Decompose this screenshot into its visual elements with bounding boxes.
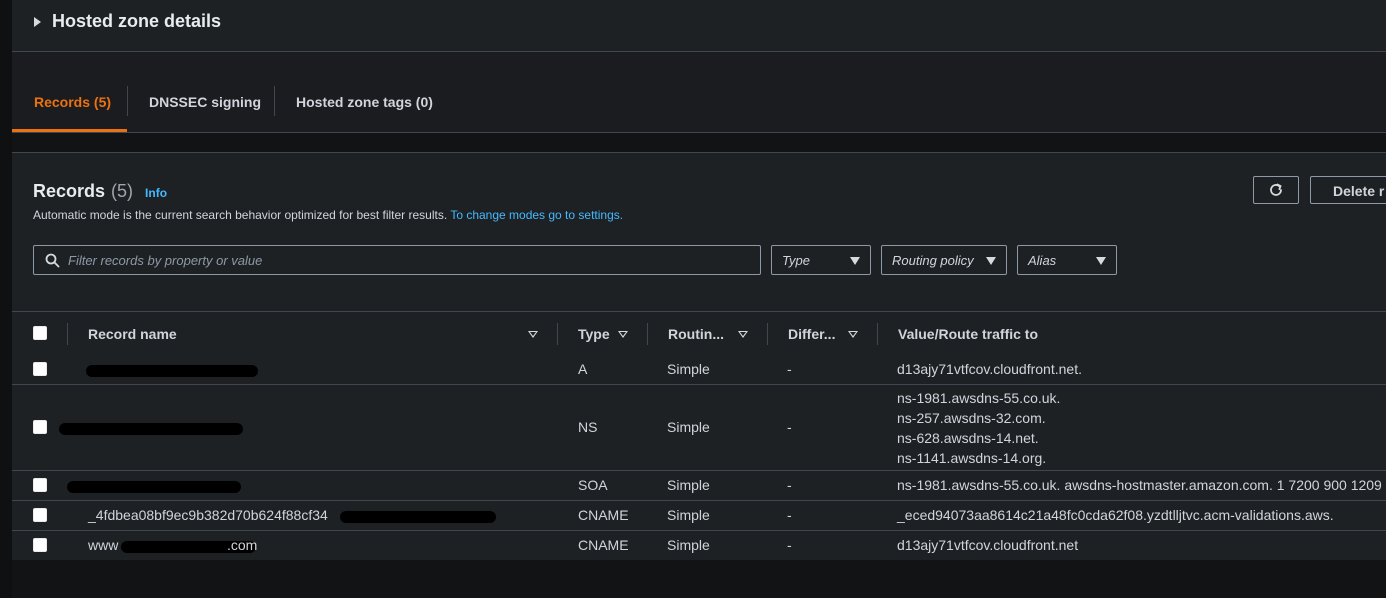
- record-differentiator: -: [787, 537, 792, 553]
- record-value: ns-1981.awsdns-55.co.uk. awsdns-hostmast…: [897, 477, 1382, 493]
- hosted-zone-details-panel: Hosted zone details: [12, 0, 1386, 52]
- tab-hosted-zone-tags[interactable]: Hosted zone tags (0): [296, 94, 433, 110]
- sort-icon[interactable]: [528, 331, 538, 338]
- tab-records[interactable]: Records (5): [34, 94, 111, 110]
- record-routing: Simple: [667, 419, 710, 435]
- tab-divider: [127, 86, 128, 116]
- caret-right-icon: [34, 16, 41, 27]
- record-value: ns-628.awsdns-14.net.: [897, 430, 1039, 446]
- filter-placeholder: Filter records by property or value: [68, 252, 263, 268]
- tab-divider: [274, 86, 275, 116]
- row-checkbox[interactable]: [33, 362, 47, 376]
- record-value: ns-1981.awsdns-55.co.uk.: [897, 390, 1061, 406]
- caret-down-icon: [850, 257, 860, 265]
- table-row[interactable]: www .com CNAME Simple - d13ajy71vtfcov.c…: [12, 531, 1386, 561]
- search-icon: [45, 253, 60, 268]
- hosted-zone-details-toggle[interactable]: Hosted zone details: [34, 11, 221, 32]
- table-row[interactable]: SOA Simple - ns-1981.awsdns-55.co.uk. aw…: [12, 471, 1386, 501]
- sort-icon[interactable]: [618, 331, 628, 338]
- tabs-bar: Records (5) DNSSEC signing Hosted zone t…: [12, 52, 1386, 133]
- sort-icon[interactable]: [738, 331, 748, 338]
- column-divider: [767, 323, 768, 345]
- refresh-icon: [1270, 183, 1282, 196]
- record-routing: Simple: [667, 507, 710, 523]
- record-differentiator: -: [787, 477, 792, 493]
- row-checkbox[interactable]: [33, 508, 47, 522]
- record-value-list: ns-1981.awsdns-55.co.uk. ns-257.awsdns-3…: [897, 388, 1060, 468]
- refresh-button[interactable]: [1253, 176, 1299, 204]
- type-dropdown[interactable]: Type: [771, 245, 871, 275]
- type-dropdown-label: Type: [782, 252, 810, 268]
- records-count: (5): [111, 181, 134, 201]
- record-value: d13ajy71vtfcov.cloudfront.net.: [897, 361, 1082, 377]
- record-type: SOA: [578, 477, 608, 493]
- info-link[interactable]: Info: [145, 186, 167, 200]
- record-name: www: [88, 537, 119, 553]
- table-row[interactable]: _4fdbea08bf9ec9b382d70b624f88cf34 CNAME …: [12, 501, 1386, 531]
- record-routing: Simple: [667, 477, 710, 493]
- settings-link[interactable]: To change modes go to settings.: [450, 208, 623, 222]
- column-value[interactable]: Value/Route traffic to: [898, 326, 1038, 342]
- record-value: _eced94073aa8614c21a48fc0cda62f08.yzdtll…: [897, 507, 1334, 523]
- caret-down-icon: [986, 257, 996, 265]
- record-type: CNAME: [578, 507, 629, 523]
- caret-down-icon: [1096, 257, 1106, 265]
- redaction-mark: [59, 423, 243, 435]
- redaction-mark: [340, 511, 496, 523]
- active-tab-indicator: [12, 129, 127, 132]
- record-value: ns-1141.awsdns-14.org.: [897, 450, 1047, 466]
- record-routing: Simple: [667, 361, 710, 377]
- redaction-mark: [86, 365, 258, 377]
- records-description: Automatic mode is the current search beh…: [33, 208, 623, 222]
- record-type: A: [578, 361, 588, 377]
- record-value: ns-257.awsdns-32.com.: [897, 410, 1046, 426]
- page-background: [12, 560, 1386, 598]
- column-differentiator[interactable]: Differ...: [788, 326, 835, 342]
- row-checkbox[interactable]: [33, 538, 47, 552]
- record-name: _4fdbea08bf9ec9b382d70b624f88cf34: [88, 507, 328, 523]
- column-divider: [647, 323, 648, 345]
- delete-records-button[interactable]: Delete r: [1310, 176, 1386, 204]
- column-divider: [67, 323, 68, 345]
- left-gutter: [0, 0, 12, 598]
- search-mode-text: Automatic mode is the current search beh…: [33, 208, 448, 222]
- record-value: d13ajy71vtfcov.cloudfront.net: [897, 537, 1079, 553]
- records-table-header: Record name Type Routin... Differ... Val…: [12, 311, 1386, 356]
- record-type: NS: [578, 419, 598, 435]
- alias-dropdown-label: Alias: [1028, 252, 1057, 268]
- alias-dropdown[interactable]: Alias: [1017, 245, 1117, 275]
- column-record-name[interactable]: Record name: [88, 326, 177, 342]
- row-checkbox[interactable]: [33, 478, 47, 492]
- record-routing: Simple: [667, 537, 710, 553]
- record-type: CNAME: [578, 537, 629, 553]
- hosted-zone-details-title: Hosted zone details: [52, 11, 222, 31]
- tab-dnssec-signing[interactable]: DNSSEC signing: [149, 94, 261, 110]
- records-header: Records (5) Info: [33, 181, 167, 202]
- records-title: Records: [33, 181, 106, 201]
- records-panel: Records (5) Info Automatic mode is the c…: [12, 152, 1386, 561]
- record-differentiator: -: [787, 507, 792, 523]
- row-checkbox[interactable]: [33, 420, 47, 434]
- redaction-mark: [67, 481, 241, 493]
- filter-records-input[interactable]: Filter records by property or value: [33, 245, 761, 275]
- routing-policy-dropdown-label: Routing policy: [892, 252, 974, 268]
- routing-policy-dropdown[interactable]: Routing policy: [881, 245, 1007, 275]
- column-divider: [877, 323, 878, 345]
- table-row[interactable]: A Simple - d13ajy71vtfcov.cloudfront.net…: [12, 355, 1386, 385]
- column-divider: [557, 323, 558, 345]
- record-differentiator: -: [787, 419, 792, 435]
- record-name-suffix: .com: [227, 537, 258, 553]
- select-all-checkbox[interactable]: [33, 326, 47, 340]
- sort-icon[interactable]: [848, 331, 858, 338]
- table-row[interactable]: NS Simple - ns-1981.awsdns-55.co.uk. ns-…: [12, 385, 1386, 471]
- column-type[interactable]: Type: [578, 326, 610, 342]
- record-differentiator: -: [787, 361, 792, 377]
- column-routing[interactable]: Routin...: [668, 326, 724, 342]
